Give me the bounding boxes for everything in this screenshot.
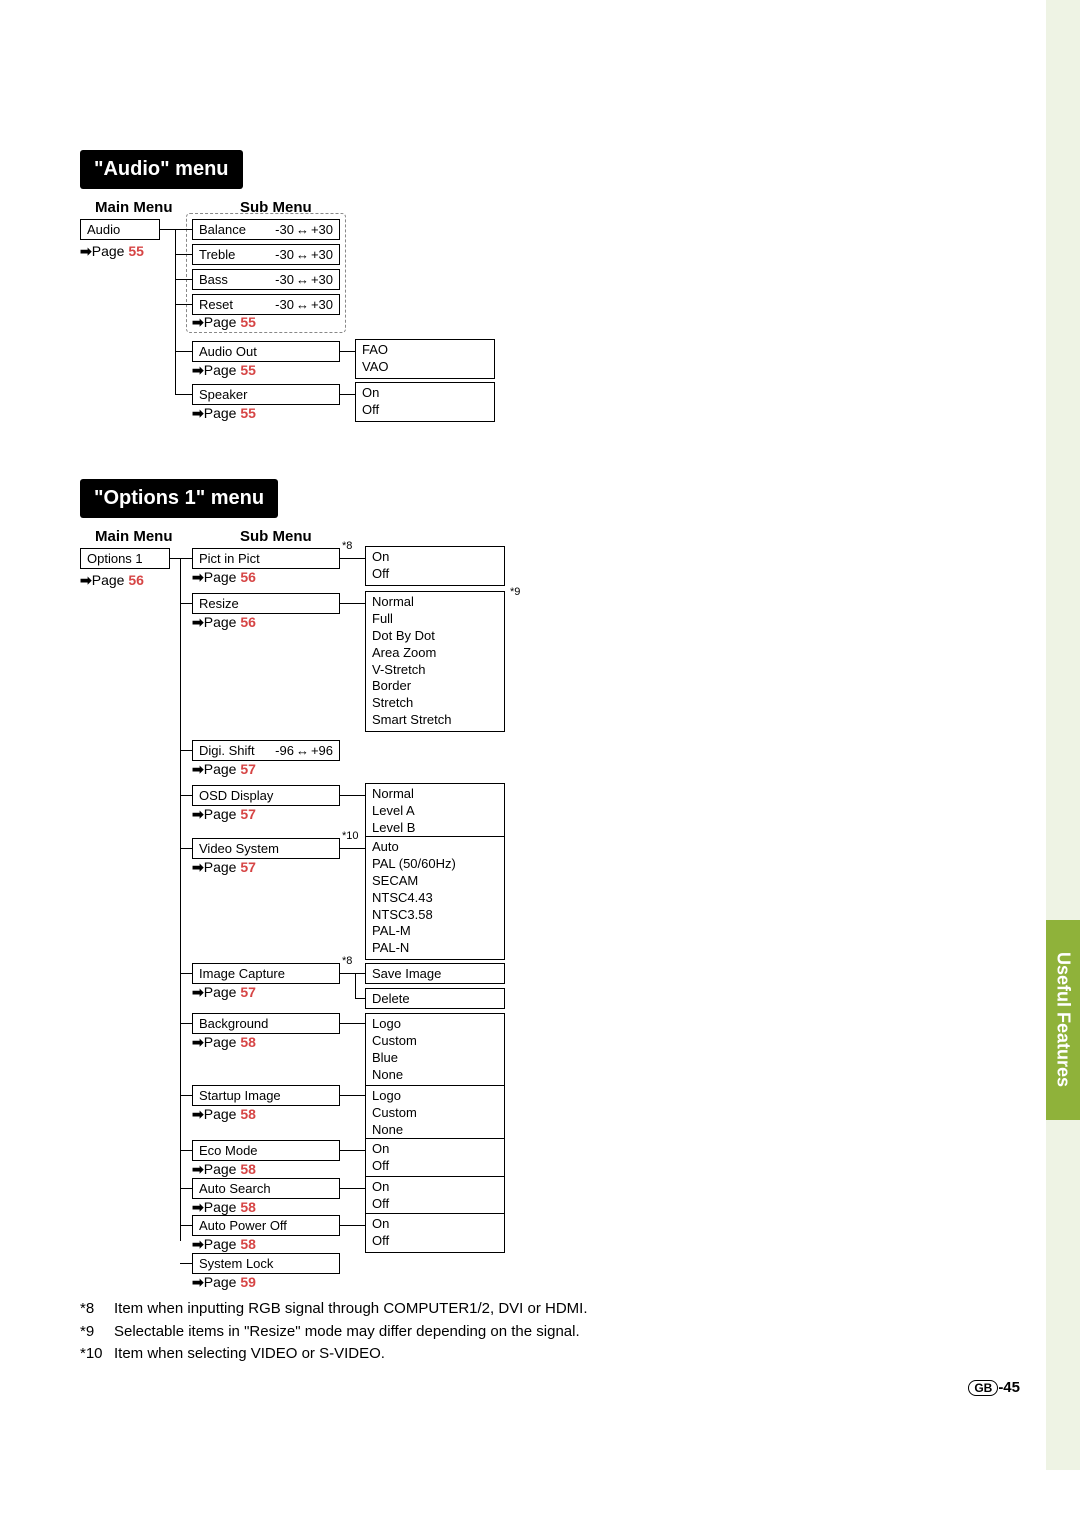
sub-speaker-box: Speaker [192,384,340,405]
startup-options: Logo Custom None [365,1085,505,1142]
resize-options: Normal Full Dot By Dot Area Zoom V-Stret… [365,591,505,732]
sub-video-system: Video System [192,838,340,859]
videosys-options: Auto PAL (50/60Hz) SECAM NTSC4.43 NTSC3.… [365,836,505,960]
fn-marker: *8 [342,540,352,552]
page-label: Page [92,243,129,259]
osd-options: Normal Level A Level B [365,783,505,840]
col-header-main: Main Menu [95,199,173,216]
page-ref[interactable]: ➡Page 57 [192,984,256,1001]
fn-marker: *9 [510,586,520,598]
page-ref[interactable]: ➡Page 56 [192,614,256,631]
page-ref[interactable]: ➡Page 58 [192,1034,256,1051]
speaker-options: On Off [355,382,495,422]
audioout-options: FAO VAO [355,339,495,379]
main-menu-audio-label: Audio [87,222,120,237]
image-capture-save: Save Image [365,963,505,984]
sub-label: Balance [199,222,246,237]
sub-autopoweroff: Auto Power Off [192,1215,340,1236]
fn-marker: *8 [342,955,352,967]
page-ref-speaker[interactable]: ➡Page 55 [192,405,256,422]
page-ref[interactable]: ➡Page 57 [192,859,256,876]
sub-systemlock: System Lock [192,1253,340,1274]
sub-bass-box: Bass -30↔+30 [192,269,340,290]
page-ref-audio[interactable]: ➡Page 55 [80,243,144,260]
sub-pictinpict: Pict in Pict [192,548,340,569]
page-ref-audioout[interactable]: ➡Page 55 [192,362,256,379]
image-capture-delete: Delete [365,988,505,1009]
page-number: GB-45 [968,1379,1020,1396]
sub-balance-box: Balance -30↔+30 [192,219,340,240]
col-header-main: Main Menu [95,528,173,545]
background-options: Logo Custom Blue None [365,1013,505,1087]
eco-options: On Off [365,1138,505,1178]
page-ref[interactable]: ➡Page 57 [192,806,256,823]
autosearch-options: On Off [365,1176,505,1216]
page-ref[interactable]: ➡Page 58 [192,1161,256,1178]
page-ref[interactable]: ➡Page 58 [192,1106,256,1123]
arrow-icon: ➡ [192,405,204,421]
sub-image-capture: Image Capture [192,963,340,984]
autopoweroff-options: On Off [365,1213,505,1253]
arrow-icon: ➡ [192,362,204,378]
sub-resize: Resize [192,593,340,614]
fn-marker: *10 [342,830,359,842]
arrow-icon: ➡ [80,572,92,588]
page-ref[interactable]: ➡Page 59 [192,1274,256,1291]
page-ref-audio-sub[interactable]: ➡Page 55 [192,314,256,331]
sub-reset-box: Reset -30↔+30 [192,294,340,315]
sub-startup-image: Startup Image [192,1085,340,1106]
page-num: 55 [128,243,144,259]
sub-autosearch: Auto Search [192,1178,340,1199]
sub-digishift: Digi. Shift -96↔+96 [192,740,340,761]
page-ref[interactable]: ➡Page 58 [192,1199,256,1216]
page-ref-options1[interactable]: ➡Page 56 [80,572,144,589]
sub-background: Background [192,1013,340,1034]
arrow-icon: ➡ [80,243,92,259]
sub-audioout-box: Audio Out [192,341,340,362]
arrow-icon: ➡ [192,314,204,330]
sub-eco: Eco Mode [192,1140,340,1161]
page-ref[interactable]: ➡Page 56 [192,569,256,586]
main-menu-audio-box: Audio [80,219,160,240]
sub-osd: OSD Display [192,785,340,806]
footnotes: *8Item when inputting RGB signal through… [80,1298,1000,1366]
main-options1-box: Options 1 [80,548,170,569]
page-ref[interactable]: ➡Page 57 [192,761,256,778]
pictinpict-options: On Off [365,546,505,586]
options1-menu-title: "Options 1" menu [80,479,278,518]
page-ref[interactable]: ➡Page 58 [192,1236,256,1253]
audio-menu-title: "Audio" menu [80,150,243,189]
col-header-sub: Sub Menu [240,528,312,545]
sub-treble-box: Treble -30↔+30 [192,244,340,265]
